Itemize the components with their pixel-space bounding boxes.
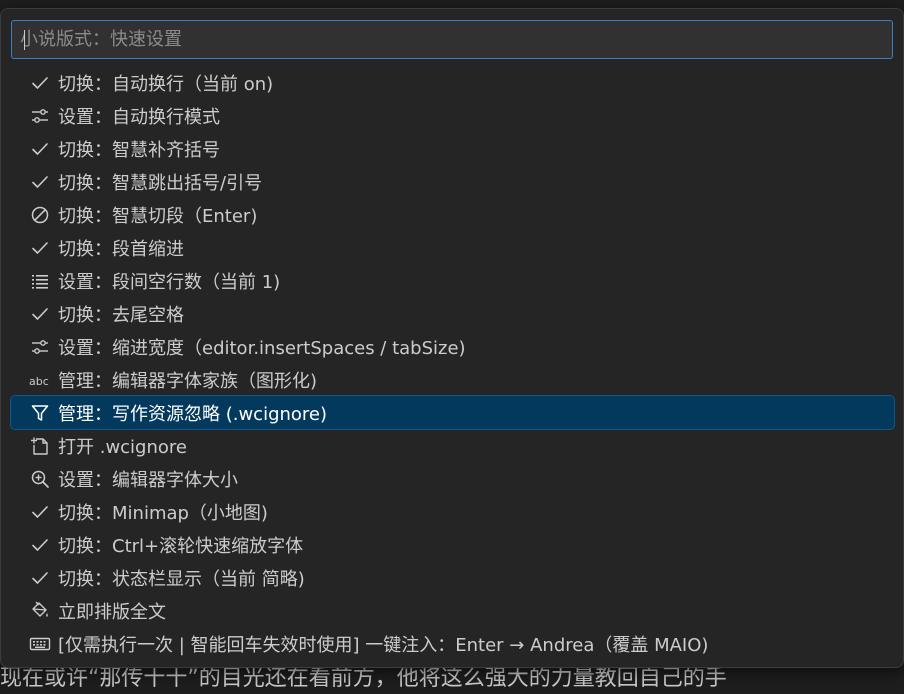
quick-pick-item[interactable]: 切换：智慧补齐括号 — [11, 132, 894, 165]
settings-sliders-icon — [29, 336, 51, 358]
quick-pick-list: 切换：自动换行（当前 on) 设置：自动换行模式 切换：智慧补齐括号切换：智慧跳出括… — [10, 66, 895, 660]
quick-pick-item-label: 切换：去尾空格 — [58, 304, 184, 326]
quick-pick-item[interactable]: 切换：Minimap（小地图) — [11, 495, 894, 528]
quick-pick-item-label: 切换：段首缩进 — [58, 238, 184, 260]
quick-pick-item[interactable]: 立即排版全文 — [11, 594, 894, 627]
zoom-in-icon — [29, 468, 51, 490]
quick-pick-item[interactable]: 设置：自动换行模式 — [11, 99, 894, 132]
editor-text-line: 现在或许“那传十十”的目光还在看前方，他将这么强大的力量教回自己的手 — [0, 666, 727, 691]
keyboard-icon — [29, 633, 51, 655]
check-icon — [29, 567, 51, 589]
quick-pick-item[interactable]: 设置：编辑器字体大小 — [11, 462, 894, 495]
quick-pick-item[interactable]: 打开 .wcignore — [11, 429, 894, 462]
quick-pick-item-label: 切换：智慧跳出括号/引号 — [58, 172, 263, 194]
check-icon — [29, 303, 51, 325]
quick-pick-item-label: 切换：状态栏显示（当前 简略) — [58, 568, 305, 590]
quick-pick-item[interactable]: 切换：自动换行（当前 on) — [11, 66, 894, 99]
quick-pick-item-label: 切换：智慧切段（Enter) — [58, 205, 258, 227]
quick-pick-item-label: 切换：自动换行（当前 on) — [58, 73, 274, 95]
quick-pick-item[interactable]: abc 管理：编辑器字体家族（图形化) — [11, 363, 894, 396]
check-icon — [29, 138, 51, 160]
quick-pick-item-label: 设置：自动换行模式 — [58, 106, 220, 128]
quick-pick-input-box[interactable] — [11, 20, 893, 59]
quick-pick-item[interactable]: 切换：Ctrl+滚轮快速缩放字体 — [11, 528, 894, 561]
text-abc-icon: abc — [29, 369, 51, 391]
quick-pick-item[interactable]: 切换：段首缩进 — [11, 231, 894, 264]
svg-text:abc: abc — [29, 375, 49, 388]
quick-pick-item-label: 设置：缩进宽度（editor.insertSpaces / tabSize) — [58, 337, 466, 359]
quick-pick-item-label: 立即排版全文 — [58, 601, 166, 623]
quick-pick-item-label: [仅需执行一次 | 智能回车失效时使用] 一键注入：Enter → Andrea… — [58, 634, 709, 656]
settings-sliders-icon — [29, 105, 51, 127]
quick-pick-item[interactable]: 设置：缩进宽度（editor.insertSpaces / tabSize) — [11, 330, 894, 363]
quick-pick-item-label: 管理：编辑器字体家族（图形化) — [58, 370, 318, 392]
quick-pick-item[interactable]: 管理：写作资源忽略 (.wcignore) — [10, 395, 895, 430]
check-icon — [29, 534, 51, 556]
quick-pick-item[interactable]: 切换：去尾空格 — [11, 297, 894, 330]
check-icon — [29, 501, 51, 523]
new-file-icon — [29, 435, 51, 457]
quick-pick-item-label: 设置：段间空行数（当前 1) — [58, 271, 281, 293]
quick-pick-item-label: 切换：Ctrl+滚轮快速缩放字体 — [58, 535, 304, 557]
check-icon — [29, 171, 51, 193]
text-caret — [24, 30, 25, 50]
quick-pick-item[interactable]: 切换：智慧切段（Enter) — [11, 198, 894, 231]
quick-pick-input[interactable] — [20, 21, 880, 58]
list-icon — [29, 270, 51, 292]
quick-pick-item[interactable]: 切换：智慧跳出括号/引号 — [11, 165, 894, 198]
quick-pick-item-label: 管理：写作资源忽略 (.wcignore) — [58, 403, 328, 425]
quick-pick-item[interactable]: 设置：段间空行数（当前 1) — [11, 264, 894, 297]
check-icon — [29, 237, 51, 259]
quick-pick-item[interactable]: [仅需执行一次 | 智能回车失效时使用] 一键注入：Enter → Andrea… — [11, 627, 894, 660]
quick-pick-panel: 切换：自动换行（当前 on) 设置：自动换行模式切换：智慧补齐括号切换：智慧跳出括… — [0, 8, 904, 668]
quick-pick-item[interactable]: 切换：状态栏显示（当前 简略) — [11, 561, 894, 594]
paint-bucket-icon — [29, 600, 51, 622]
quick-pick-item-label: 设置：编辑器字体大小 — [58, 469, 238, 491]
check-icon — [29, 72, 51, 94]
quick-pick-item-label: 切换：Minimap（小地图) — [58, 502, 268, 524]
quick-pick-item-label: 打开 .wcignore — [58, 436, 187, 458]
filter-icon — [29, 402, 51, 424]
quick-pick-item-label: 切换：智慧补齐括号 — [58, 139, 220, 161]
circle-slash-icon — [29, 204, 51, 226]
